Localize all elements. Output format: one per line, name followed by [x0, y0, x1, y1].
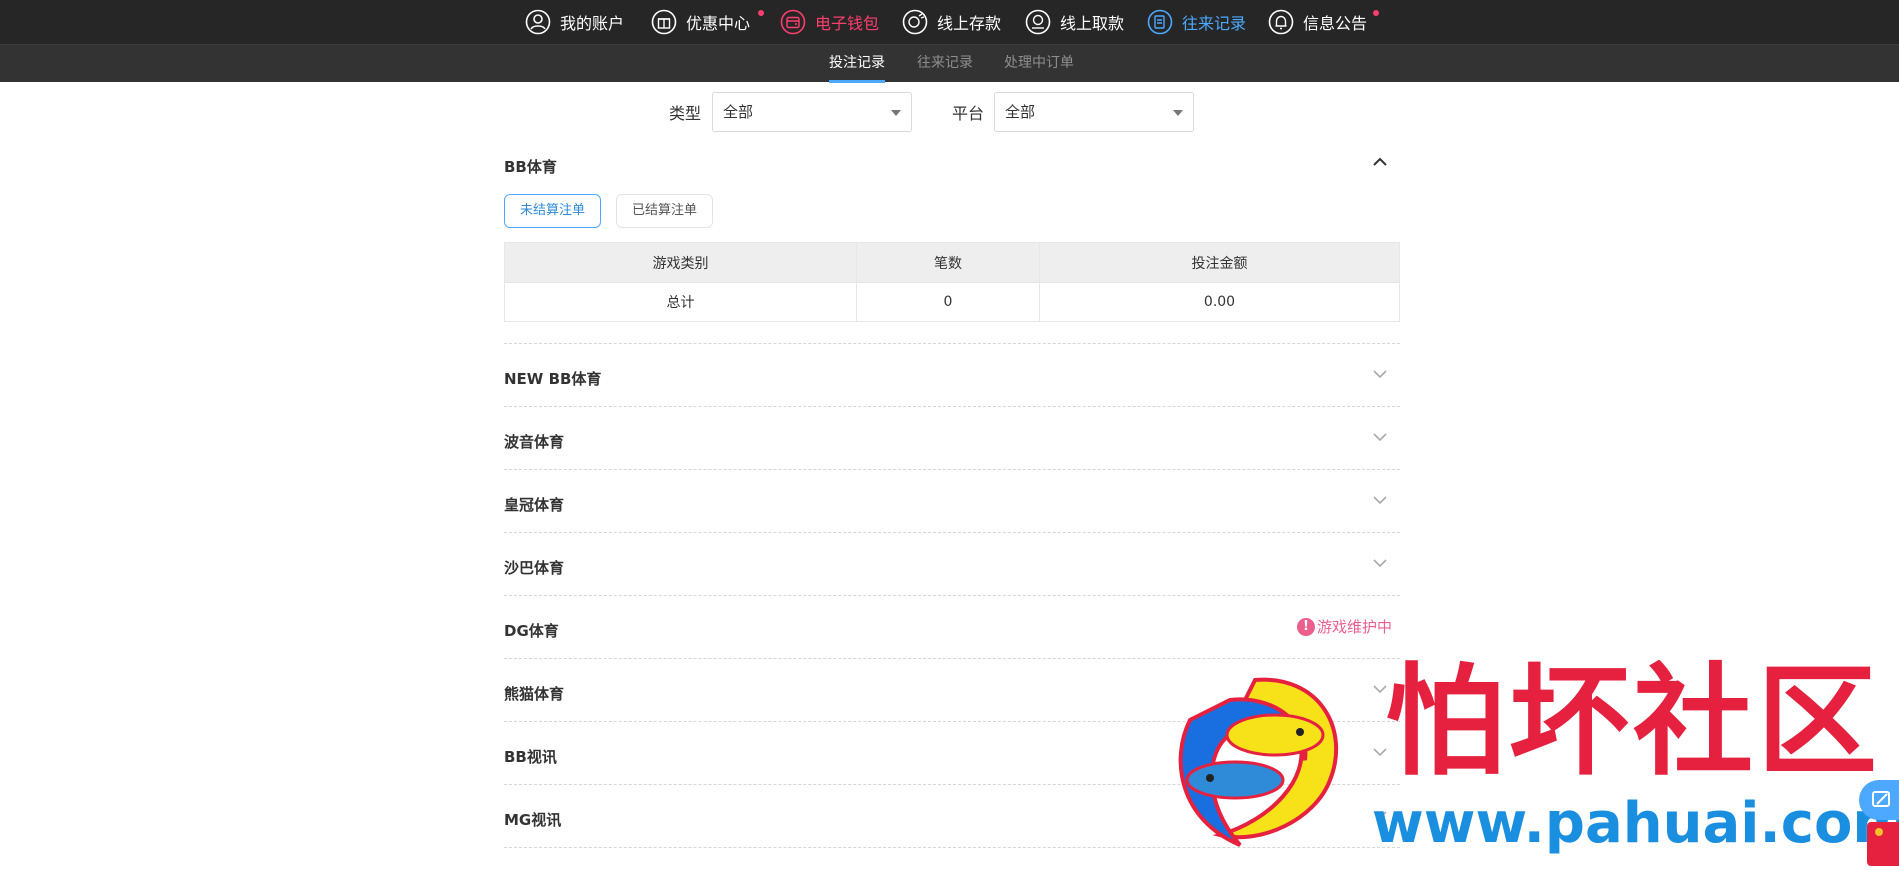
section-row-dg-sports[interactable]: DG体育 ! 游戏维护中	[504, 596, 1400, 659]
settled-bets-button[interactable]: 已结算注单	[616, 194, 714, 228]
summary-table: 游戏类别 笔数 投注金额 总计 0 0.00	[504, 242, 1400, 322]
gift-icon	[650, 8, 678, 36]
tab-transaction-records[interactable]: 往来记录	[917, 45, 973, 83]
section-title: 波音体育	[504, 433, 565, 451]
type-select-value: 全部	[723, 103, 754, 121]
user-icon	[524, 8, 552, 36]
table-cell: 总计	[504, 282, 857, 322]
section-title: NEW BB体育	[504, 370, 602, 388]
nav-label: 电子钱包	[815, 14, 880, 33]
withdraw-icon	[1024, 8, 1052, 36]
chevron-down-icon[interactable]	[1372, 492, 1388, 508]
section-title: 熊猫体育	[504, 685, 565, 703]
nav-label: 往来记录	[1182, 14, 1247, 33]
nav-label: 信息公告	[1303, 14, 1368, 33]
feedback-button[interactable]	[1859, 780, 1899, 820]
chevron-down-icon[interactable]	[1372, 429, 1388, 445]
maintenance-text: 游戏维护中	[1316, 618, 1392, 636]
section-row-boyin-sports[interactable]: 波音体育	[504, 407, 1400, 470]
section-title: BB体育	[504, 158, 557, 176]
type-filter-label: 类型	[669, 104, 702, 123]
chevron-down-icon[interactable]	[1372, 366, 1388, 382]
nav-label: 线上取款	[1060, 14, 1125, 33]
platform-select[interactable]: 全部	[994, 92, 1194, 132]
table-cell: 0	[856, 282, 1040, 322]
nav-label: 我的账户	[560, 14, 625, 33]
red-packet-button[interactable]	[1867, 822, 1899, 866]
nav-online-deposit[interactable]: 线上存款	[901, 0, 1001, 44]
section-row-new-bb-sports[interactable]: NEW BB体育	[504, 344, 1400, 407]
section-title: MG视讯	[504, 811, 562, 829]
nav-label: 优惠中心	[686, 14, 751, 33]
section-header-bb-sports[interactable]: BB体育	[504, 140, 1400, 188]
platform-select-value: 全部	[1005, 103, 1036, 121]
deposit-icon	[901, 8, 929, 36]
column-header: 游戏类别	[504, 242, 857, 283]
column-header: 笔数	[856, 242, 1040, 283]
alert-icon: !	[1296, 617, 1315, 636]
nav-transaction-records[interactable]: 往来记录	[1146, 0, 1246, 44]
tab-pending-orders[interactable]: 处理中订单	[1004, 45, 1074, 83]
unsettled-bets-button[interactable]: 未结算注单	[504, 194, 602, 228]
table-row: 总计 0 0.00	[504, 282, 1400, 322]
notification-dot	[758, 10, 764, 16]
notification-dot	[1373, 10, 1379, 16]
section-title: BB视讯	[504, 748, 557, 766]
section-row-saba-sports[interactable]: 沙巴体育	[504, 533, 1400, 596]
nav-promotions[interactable]: 优惠中心	[650, 0, 764, 44]
fish-logo-icon	[1178, 677, 1339, 847]
sub-nav-bar: 投注记录 往来记录 处理中订单	[0, 44, 1899, 83]
nav-my-account[interactable]: 我的账户	[524, 0, 624, 44]
platform-filter-label: 平台	[952, 104, 985, 123]
nav-e-wallet[interactable]: 电子钱包	[779, 0, 879, 44]
edit-icon	[1872, 791, 1890, 807]
settlement-toggle: 未结算注单 已结算注单	[504, 194, 1400, 230]
divider	[504, 322, 1400, 344]
top-nav-bar: 我的账户 优惠中心 电子钱包 线上存款 线上取款 往来记录 信息公告	[0, 0, 1899, 44]
caret-down-icon	[1173, 110, 1183, 116]
maintenance-status: ! 游戏维护中	[1296, 616, 1392, 637]
bell-icon	[1267, 8, 1295, 36]
table-cell: 0.00	[1039, 282, 1400, 322]
section-title: 沙巴体育	[504, 559, 565, 577]
section-row-crown-sports[interactable]: 皇冠体育	[504, 470, 1400, 533]
wallet-icon	[779, 8, 807, 36]
watermark-text: 怕坏社区	[1385, 651, 1881, 792]
nav-online-withdraw[interactable]: 线上取款	[1024, 0, 1124, 44]
nav-announcements[interactable]: 信息公告	[1267, 0, 1379, 44]
section-title: 皇冠体育	[504, 496, 565, 514]
column-header: 投注金额	[1039, 242, 1400, 283]
chevron-down-icon[interactable]	[1372, 555, 1388, 571]
section-title: DG体育	[504, 622, 559, 640]
type-select[interactable]: 全部	[712, 92, 912, 132]
tab-bet-records[interactable]: 投注记录	[829, 45, 885, 83]
caret-down-icon	[891, 110, 901, 116]
watermark-url: www.pahuai.com	[1372, 791, 1899, 856]
chevron-up-icon[interactable]	[1372, 154, 1388, 170]
nav-label: 线上存款	[937, 14, 1002, 33]
records-icon	[1146, 8, 1174, 36]
red-packet-icon	[1875, 828, 1883, 836]
